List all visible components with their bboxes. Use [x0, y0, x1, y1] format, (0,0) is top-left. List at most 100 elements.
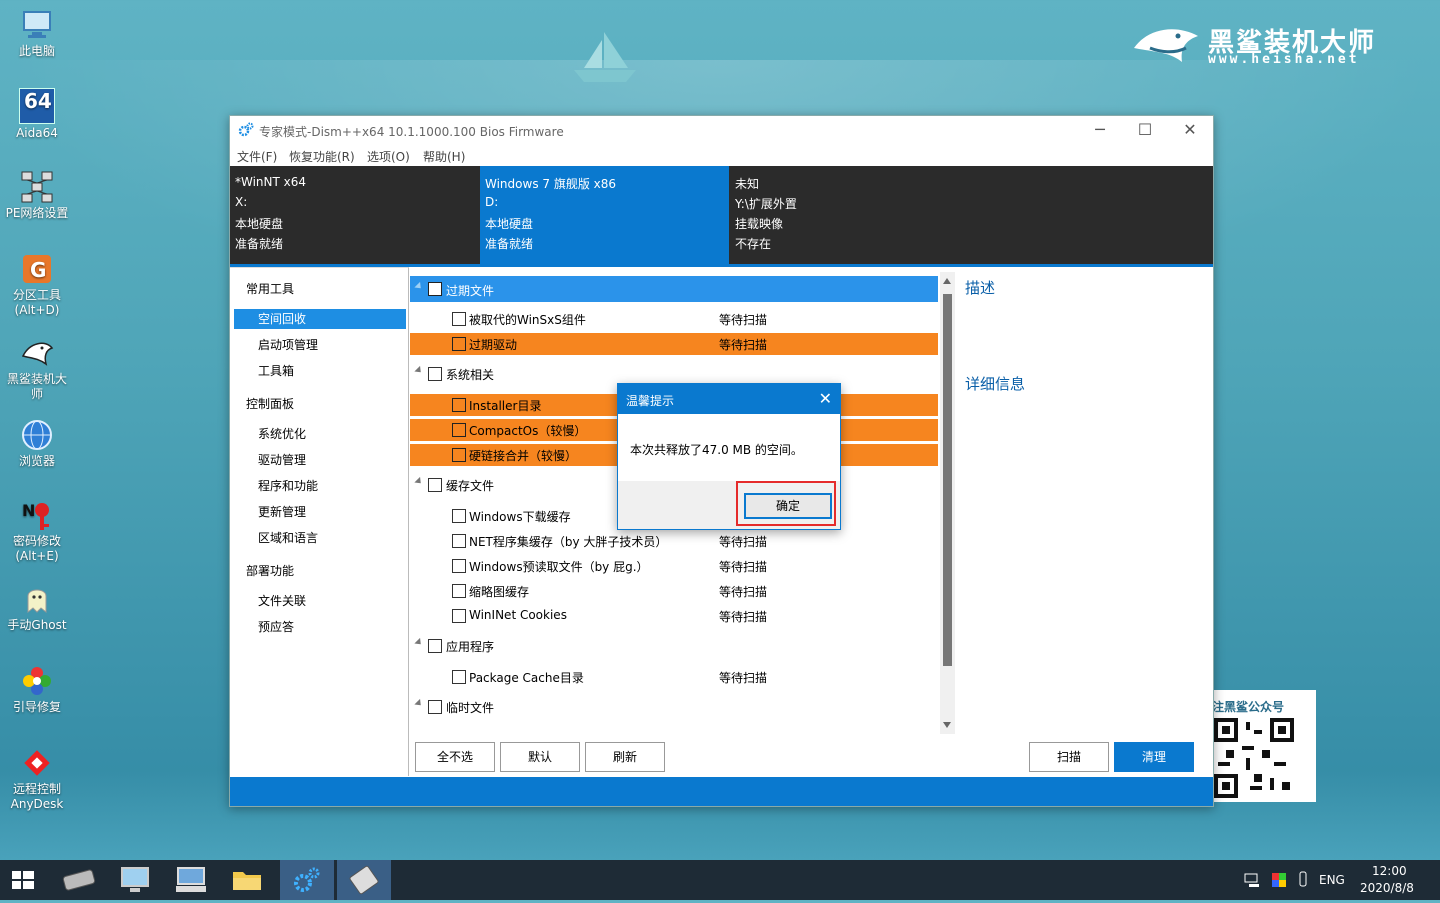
- nav-item-startup[interactable]: 启动项管理: [234, 335, 406, 355]
- list-item-expired-drivers[interactable]: 过期驱动 等待扫描: [410, 333, 938, 355]
- system-drive: Y:\扩展外置: [735, 197, 797, 211]
- taskbar-app-dism[interactable]: [280, 860, 334, 900]
- checkbox[interactable]: [428, 282, 442, 296]
- checkbox[interactable]: [452, 509, 466, 523]
- taskbar-app-remote[interactable]: [164, 860, 218, 900]
- list-item-winsxs[interactable]: 被取代的WinSxS组件 等待扫描: [410, 308, 938, 330]
- nav-item-answer-file[interactable]: 预应答: [234, 617, 406, 637]
- nav-item-label: 区域和语言: [258, 531, 319, 545]
- checkbox[interactable]: [452, 559, 466, 573]
- clean-button[interactable]: 清理: [1114, 742, 1194, 772]
- start-button[interactable]: [0, 860, 46, 900]
- system-tile-unknown[interactable]: 未知 Y:\扩展外置 挂载映像 不存在: [730, 166, 979, 264]
- network-tray-icon[interactable]: [1244, 872, 1262, 888]
- menu-recovery[interactable]: 恢复功能(R): [289, 148, 355, 165]
- usb-tray-icon[interactable]: [1297, 871, 1309, 889]
- dialog-title: 温馨提示: [626, 394, 675, 408]
- checkbox[interactable]: [452, 670, 466, 684]
- list-item-net-cache[interactable]: NET程序集缓存（by 大胖子技术员） 等待扫描: [410, 530, 938, 552]
- window-title: 专家模式-Dism++x64 10.1.1000.100 Bios Firmwa…: [259, 125, 564, 139]
- list-item-package-cache[interactable]: Package Cache目录 等待扫描: [410, 666, 938, 688]
- minimize-button[interactable]: ─: [1077, 116, 1123, 144]
- list-item-prefetch[interactable]: Windows预读取文件（by 屁g.） 等待扫描: [410, 555, 938, 577]
- nav-item-updates[interactable]: 更新管理: [234, 502, 406, 522]
- expand-arrow-icon[interactable]: [414, 698, 424, 709]
- password-key-icon: N: [22, 501, 49, 530]
- expand-arrow-icon[interactable]: [414, 476, 424, 487]
- system-drive: X:: [235, 195, 248, 209]
- desktop-icon-heisha[interactable]: 黑鲨装机大 师: [0, 336, 74, 402]
- system-tile-winnt[interactable]: *WinNT x64 X: 本地硬盘 准备就绪: [230, 166, 479, 264]
- expand-arrow-icon[interactable]: [414, 637, 424, 648]
- list-group-temp-files[interactable]: 临时文件: [410, 696, 938, 718]
- nav-item-system-optimize[interactable]: 系统优化: [234, 424, 406, 444]
- list-item-wininet-cookies[interactable]: WinINet Cookies 等待扫描: [410, 605, 938, 627]
- checkbox[interactable]: [452, 423, 466, 437]
- checkbox[interactable]: [428, 367, 442, 381]
- desktop-icon-this-pc[interactable]: 此电脑: [0, 8, 74, 59]
- nav-item-file-assoc[interactable]: 文件关联: [234, 591, 406, 611]
- desktop-icon-boot-repair[interactable]: 引导修复: [0, 664, 74, 715]
- nav-item-label: 启动项管理: [258, 338, 319, 352]
- scrollbar-thumb[interactable]: [943, 294, 952, 666]
- taskbar-app-disk-tool[interactable]: [337, 860, 391, 900]
- scan-button[interactable]: 扫描: [1029, 742, 1109, 772]
- list-group-applications[interactable]: 应用程序: [410, 635, 938, 657]
- desktop-icon-browser[interactable]: 浏览器: [0, 418, 74, 469]
- expand-arrow-icon[interactable]: [414, 281, 424, 292]
- list-scrollbar[interactable]: [940, 272, 955, 734]
- desktop-icon-manual-ghost[interactable]: 手动Ghost: [0, 582, 74, 633]
- checkbox[interactable]: [452, 337, 466, 351]
- checkbox[interactable]: [452, 448, 466, 462]
- list-group-expired-files[interactable]: 过期文件: [410, 276, 938, 302]
- desktop-icon-password[interactable]: N 密码修改 (Alt+E): [0, 498, 74, 564]
- scroll-up-icon[interactable]: [943, 278, 951, 284]
- refresh-button[interactable]: 刷新: [585, 742, 665, 772]
- display-tray-icon[interactable]: [1271, 872, 1287, 888]
- title-bar[interactable]: 专家模式-Dism++x64 10.1.1000.100 Bios Firmwa…: [230, 116, 1213, 144]
- checkbox[interactable]: [428, 639, 442, 653]
- nav-item-driver[interactable]: 驱动管理: [234, 450, 406, 470]
- list-item-thumbnail-cache[interactable]: 缩略图缓存 等待扫描: [410, 580, 938, 602]
- clock-time[interactable]: 12:00: [1372, 864, 1407, 878]
- default-button[interactable]: 默认: [500, 742, 580, 772]
- list-item-label: 缩略图缓存: [469, 585, 530, 599]
- desktop-icon-pe-network[interactable]: PE网络设置: [0, 170, 74, 221]
- checkbox[interactable]: [428, 700, 442, 714]
- taskbar-app-explorer[interactable]: [220, 860, 274, 900]
- language-indicator[interactable]: ENG: [1319, 873, 1345, 887]
- list-group-system[interactable]: 系统相关: [410, 363, 938, 385]
- maximize-button[interactable]: ☐: [1122, 116, 1168, 144]
- expand-arrow-icon[interactable]: [414, 365, 424, 376]
- dialog-title-bar[interactable]: 温馨提示 ✕: [618, 384, 840, 414]
- checkbox[interactable]: [452, 584, 466, 598]
- close-button[interactable]: ✕: [1167, 116, 1213, 144]
- desktop-icon-partition-tool[interactable]: G 分区工具 (Alt+D): [0, 252, 74, 318]
- nav-item-toolbox[interactable]: 工具箱: [234, 361, 406, 381]
- system-tile-windows7[interactable]: Windows 7 旗舰版 x86 D: 本地硬盘 准备就绪: [480, 166, 729, 264]
- checkbox[interactable]: [452, 534, 466, 548]
- system-state: 不存在: [735, 237, 772, 251]
- nav-item-region[interactable]: 区域和语言: [234, 528, 406, 548]
- ghost-icon: [27, 589, 47, 614]
- system-type: 挂载映像: [735, 217, 784, 231]
- menu-options[interactable]: 选项(O): [367, 148, 410, 165]
- menu-help[interactable]: 帮助(H): [423, 148, 465, 165]
- nav-item-space-recovery[interactable]: 空间回收: [234, 309, 406, 329]
- hard-disk-icon: [62, 869, 96, 891]
- taskbar-app-disk[interactable]: [52, 860, 106, 900]
- checkbox[interactable]: [452, 398, 466, 412]
- menu-file[interactable]: 文件(F): [237, 148, 277, 165]
- checkbox[interactable]: [428, 478, 442, 492]
- scroll-down-icon[interactable]: [943, 722, 951, 728]
- checkbox[interactable]: [452, 609, 466, 623]
- taskbar-app-computer[interactable]: [108, 860, 162, 900]
- select-none-button[interactable]: 全不选: [415, 742, 495, 772]
- desktop-icon-anydesk[interactable]: 远程控制 AnyDesk: [0, 746, 74, 812]
- desktop-icon-label: 浏览器: [18, 454, 55, 468]
- desktop-icon-aida64[interactable]: 64 Aida64: [0, 88, 74, 141]
- dialog-close-icon[interactable]: ✕: [819, 389, 832, 408]
- clock-date[interactable]: 2020/8/8: [1360, 881, 1414, 895]
- checkbox[interactable]: [452, 312, 466, 326]
- nav-item-programs[interactable]: 程序和功能: [234, 476, 406, 496]
